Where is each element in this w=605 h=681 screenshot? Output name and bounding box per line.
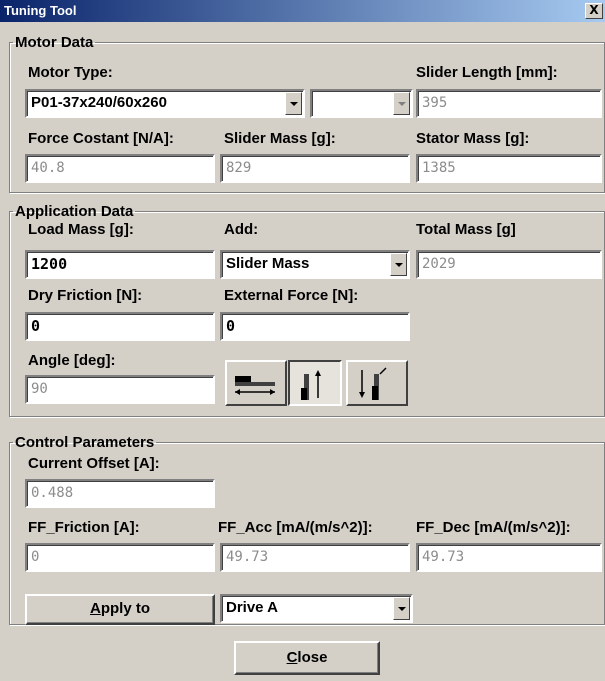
apply-to-button[interactable]: Apply to: [25, 594, 215, 625]
vertical-up-orientation-button[interactable]: [288, 360, 342, 406]
motor-type-value: P01-37x240/60x260: [31, 94, 167, 111]
chevron-down-icon[interactable]: [393, 92, 410, 115]
motor-type-select[interactable]: P01-37x240/60x260: [25, 89, 305, 118]
dry-friction-label: Dry Friction [N]:: [28, 287, 143, 304]
drive-value: Drive A: [226, 599, 278, 616]
stator-mass-field: 1385: [416, 154, 602, 183]
motor-data-legend: Motor Data: [15, 34, 94, 51]
chevron-down-icon[interactable]: [390, 253, 407, 276]
force-constant-field: 40.8: [25, 154, 215, 183]
add-label: Add:: [224, 221, 259, 238]
dry-friction-input[interactable]: 0: [25, 312, 215, 341]
ff-friction-label: FF_Friction [A]:: [28, 519, 140, 536]
vertical-down-orientation-icon: [359, 367, 387, 400]
total-mass-label: Total Mass [g]: [416, 221, 516, 238]
force-constant-label: Force Costant [N/A]:: [28, 130, 174, 147]
slider-length-label: Slider Length [mm]:: [416, 64, 558, 81]
chevron-down-icon[interactable]: [285, 92, 302, 115]
close-label: Close: [286, 649, 328, 666]
chevron-down-icon[interactable]: [393, 597, 410, 620]
window-title: Tuning Tool: [4, 3, 77, 18]
current-offset-field: 0.488: [25, 479, 215, 508]
vertical-down-orientation-button[interactable]: [346, 360, 408, 406]
stator-mass-label: Stator Mass [g]:: [416, 130, 530, 147]
close-window-button[interactable]: X: [585, 3, 603, 19]
slider-mass-field: 829: [220, 154, 410, 183]
total-mass-field: 2029: [416, 250, 602, 279]
add-select[interactable]: Slider Mass: [220, 250, 410, 279]
slider-length-field: 395: [416, 89, 602, 118]
angle-label: Angle [deg]:: [28, 352, 116, 369]
horizontal-orientation-icon: [235, 376, 275, 395]
ff-acc-label: FF_Acc [mA/(m/s^2)]:: [218, 519, 373, 536]
close-button[interactable]: Close: [234, 641, 380, 675]
application-data-legend: Application Data: [15, 203, 134, 220]
add-value: Slider Mass: [226, 255, 310, 272]
load-mass-label: Load Mass [g]:: [28, 221, 134, 238]
horizontal-orientation-button[interactable]: [225, 360, 287, 406]
apply-to-label: Apply to: [89, 600, 150, 617]
title-bar: [0, 0, 605, 22]
ff-acc-field: 49.73: [220, 543, 410, 572]
current-offset-label: Current Offset [A]:: [28, 455, 160, 472]
ff-friction-field: 0: [25, 543, 215, 572]
vertical-up-orientation-icon: [301, 370, 321, 400]
ff-dec-field: 49.73: [416, 543, 602, 572]
load-mass-input[interactable]: 1200: [25, 250, 215, 279]
angle-field: 90: [25, 375, 215, 404]
control-parameters-legend: Control Parameters: [15, 434, 155, 451]
external-force-input[interactable]: 0: [220, 312, 410, 341]
drive-select[interactable]: Drive A: [220, 594, 413, 623]
motor-type-label: Motor Type:: [28, 64, 113, 81]
slider-mass-label: Slider Mass [g]:: [224, 130, 336, 147]
ff-dec-label: FF_Dec [mA/(m/s^2)]:: [416, 519, 571, 536]
external-force-label: External Force [N]:: [224, 287, 359, 304]
motor-variant-select[interactable]: [310, 89, 413, 118]
